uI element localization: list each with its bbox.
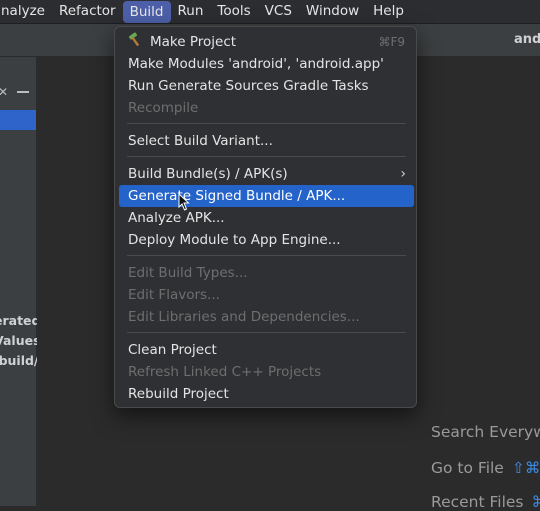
project-panel: ✕ erated Values /build/ (0, 57, 41, 506)
menu-item-select-build-variant[interactable]: Select Build Variant... (119, 130, 414, 152)
build-menu-dropdown: Make Project ⌘F9 Make Modules 'android',… (114, 26, 417, 408)
menu-separator (127, 255, 406, 256)
menu-item-rebuild-project[interactable]: Rebuild Project (119, 383, 414, 405)
menu-run[interactable]: Run (171, 0, 211, 23)
hint-recent-files-label: Recent Files (431, 493, 524, 511)
hint-search-everywhere: Search Everywh (431, 423, 540, 441)
minimize-icon[interactable] (17, 91, 29, 93)
hint-recent-files-key: ⌘ (531, 493, 540, 511)
hint-goto-file: Go to File ⇧⌘O (431, 459, 540, 477)
menu-item-make-project[interactable]: Make Project ⌘F9 (119, 31, 414, 53)
menu-bar: nalyze Refactor Build Run Tools VCS Wind… (0, 0, 540, 24)
menu-item-analyze-apk[interactable]: Analyze APK... (119, 207, 414, 229)
menu-item-make-modules[interactable]: Make Modules 'android', 'android.app' (119, 53, 414, 75)
hint-search-label: Search Everywh (431, 423, 540, 441)
menu-item-label: Make Project (150, 34, 237, 50)
menu-item-clean-project[interactable]: Clean Project (119, 339, 414, 361)
menu-item-edit-build-types: Edit Build Types... (128, 265, 248, 281)
menu-vcs[interactable]: VCS (258, 0, 299, 23)
menu-item-build-bundles[interactable]: Build Bundle(s) / APK(s) › (119, 163, 414, 185)
menu-tools[interactable]: Tools (210, 0, 257, 23)
project-title: andr (514, 32, 540, 47)
menu-refactor[interactable]: Refactor (52, 0, 123, 23)
chevron-right-icon: › (400, 166, 406, 182)
close-icon[interactable]: ✕ (0, 85, 8, 99)
shortcut-label: ⌘F9 (378, 35, 405, 49)
mouse-cursor-icon (178, 192, 190, 215)
tree-item[interactable]: erated (0, 313, 40, 328)
menu-item-label: Build Bundle(s) / APK(s) (128, 166, 288, 182)
menu-separator (127, 123, 406, 124)
menu-build[interactable]: Build (122, 0, 171, 23)
hint-goto-file-label: Go to File (431, 459, 504, 477)
tree-item[interactable]: Values (0, 333, 41, 348)
menu-item-generate-signed-apk[interactable]: Generate Signed Bundle / APK... (119, 185, 414, 207)
hint-goto-file-key: ⇧⌘O (511, 459, 540, 477)
hint-recent-files: Recent Files ⌘ (431, 493, 540, 511)
menu-analyze[interactable]: nalyze (0, 0, 52, 23)
menu-item-refresh-cpp: Refresh Linked C++ Projects (128, 364, 322, 380)
menu-item-edit-flavors: Edit Flavors... (128, 287, 220, 303)
selected-tree-row[interactable] (0, 110, 36, 130)
panel-header: ✕ (0, 85, 36, 103)
hammer-icon (128, 31, 144, 53)
menu-separator (127, 332, 406, 333)
menu-item-edit-libraries: Edit Libraries and Dependencies... (128, 309, 360, 325)
tree-item[interactable]: /build/ (0, 353, 39, 368)
menu-item-recompile: Recompile (128, 100, 199, 116)
menu-help[interactable]: Help (366, 0, 411, 23)
menu-separator (127, 156, 406, 157)
menu-item-generate-sources[interactable]: Run Generate Sources Gradle Tasks (119, 75, 414, 97)
menu-window[interactable]: Window (299, 0, 366, 23)
menu-item-deploy-app-engine[interactable]: Deploy Module to App Engine... (119, 229, 414, 251)
